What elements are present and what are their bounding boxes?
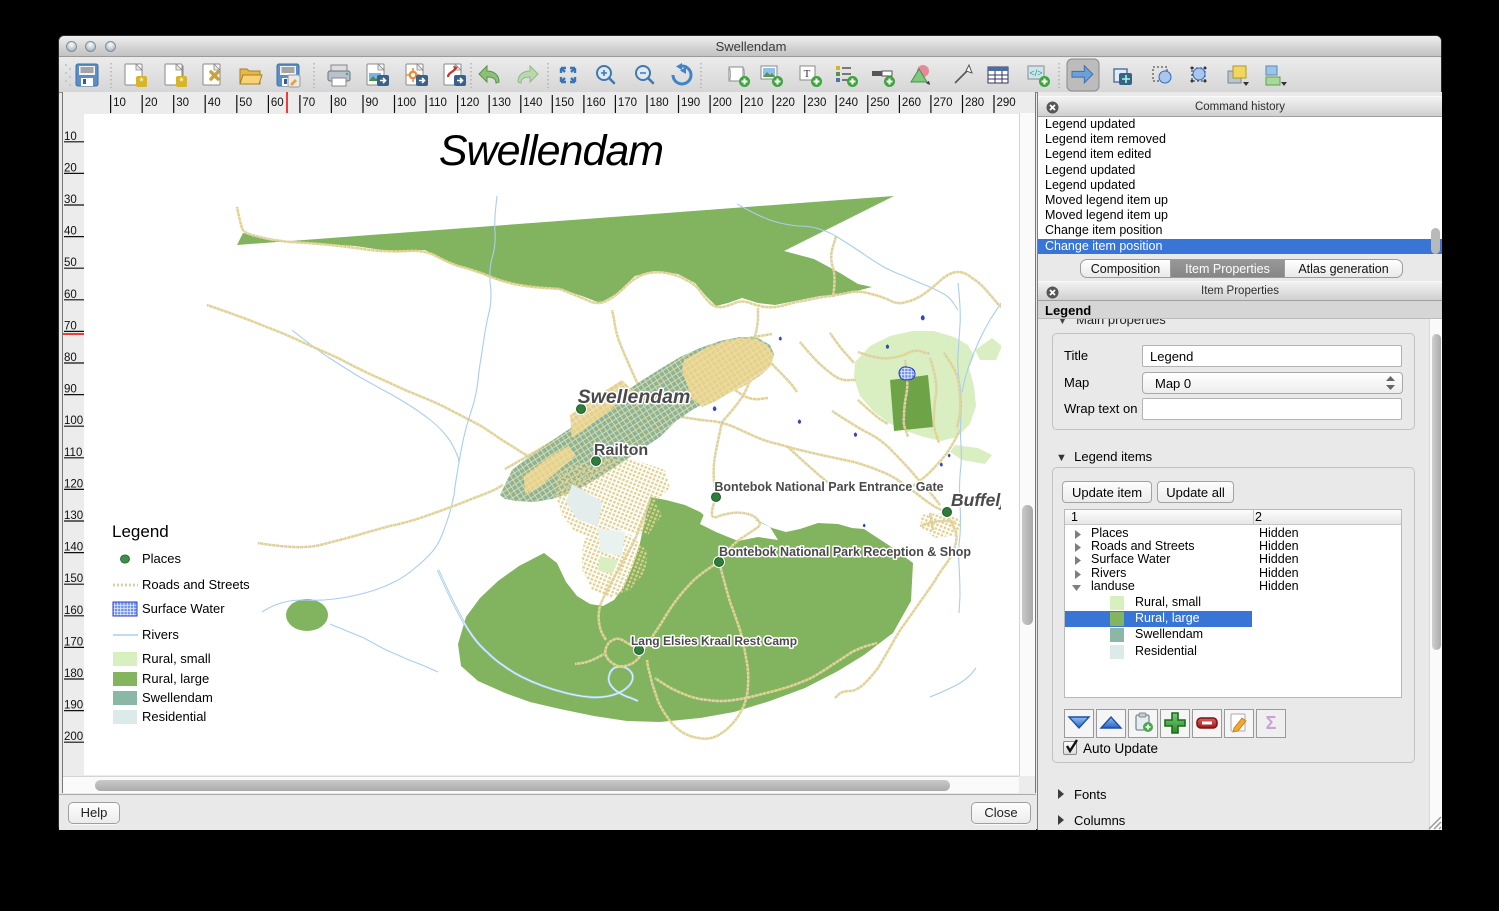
svg-text:Places: Places <box>142 551 182 566</box>
svg-text:180: 180 <box>650 97 669 109</box>
svg-text:Swellendam: Swellendam <box>578 386 691 408</box>
svg-text:Legend: Legend <box>112 522 169 541</box>
svg-text:Bontebok National Park Recepti: Bontebok National Park Reception & Shop <box>719 545 971 559</box>
svg-text:180: 180 <box>64 668 83 680</box>
svg-text:170: 170 <box>64 636 83 648</box>
svg-text:Surface Water: Surface Water <box>142 601 225 616</box>
svg-text:Residential: Residential <box>142 709 206 724</box>
svg-text:130: 130 <box>64 510 83 522</box>
svg-text:Lang Elsies Kraal Rest Camp: Lang Elsies Kraal Rest Camp <box>631 634 797 648</box>
svg-text:40: 40 <box>64 226 77 238</box>
svg-text:160: 160 <box>64 605 83 617</box>
svg-text:120: 120 <box>64 478 83 490</box>
svg-text:Swellendam: Swellendam <box>439 127 663 175</box>
svg-text:270: 270 <box>933 97 952 109</box>
svg-text:Bontebok National Park Entranc: Bontebok National Park Entrance Gate <box>714 480 943 494</box>
svg-text:160: 160 <box>586 97 605 109</box>
svg-text:Rivers: Rivers <box>142 627 179 642</box>
svg-text:90: 90 <box>366 97 379 109</box>
svg-text:290: 290 <box>997 97 1016 109</box>
svg-text:200: 200 <box>713 97 732 109</box>
svg-text:80: 80 <box>334 97 347 109</box>
svg-text:30: 30 <box>176 97 189 109</box>
svg-text:30: 30 <box>64 194 77 206</box>
svg-text:20: 20 <box>145 97 158 109</box>
svg-text:140: 140 <box>64 542 83 554</box>
svg-text:150: 150 <box>64 573 83 585</box>
svg-text:190: 190 <box>681 97 700 109</box>
svg-text:Rural, small: Rural, small <box>142 651 211 666</box>
svg-text:Swellendam: Swellendam <box>142 690 213 705</box>
svg-text:150: 150 <box>555 97 574 109</box>
svg-text:60: 60 <box>271 97 284 109</box>
svg-text:230: 230 <box>807 97 826 109</box>
svg-text:170: 170 <box>618 97 637 109</box>
svg-text:*: * <box>139 76 144 88</box>
svg-text:Buffeljachts: Buffeljachts <box>951 490 1019 510</box>
svg-text:T: T <box>804 68 811 80</box>
svg-text:140: 140 <box>523 97 542 109</box>
svg-text:130: 130 <box>492 97 511 109</box>
svg-text:200: 200 <box>64 731 83 743</box>
svg-text:10: 10 <box>64 131 77 143</box>
svg-text:100: 100 <box>64 415 83 427</box>
svg-text:Railton: Railton <box>594 442 648 459</box>
svg-text:120: 120 <box>460 97 479 109</box>
svg-text:260: 260 <box>902 97 921 109</box>
svg-text:110: 110 <box>64 447 82 459</box>
svg-text:Rural, large: Rural, large <box>142 671 209 686</box>
svg-text:Σ: Σ <box>1266 713 1277 733</box>
svg-text:280: 280 <box>965 97 984 109</box>
svg-text:220: 220 <box>776 97 795 109</box>
svg-text:10: 10 <box>113 97 126 109</box>
svg-text:100: 100 <box>397 97 416 109</box>
svg-text:80: 80 <box>64 352 77 364</box>
svg-text:*: * <box>179 76 184 88</box>
svg-text:</>: </> <box>1029 68 1042 78</box>
svg-text:70: 70 <box>302 97 315 109</box>
svg-text:210: 210 <box>744 97 763 109</box>
svg-text:50: 50 <box>239 97 252 109</box>
svg-text:40: 40 <box>208 97 221 109</box>
svg-text:240: 240 <box>839 97 858 109</box>
svg-text:20: 20 <box>64 162 77 174</box>
svg-text:110: 110 <box>429 97 447 109</box>
svg-text:190: 190 <box>64 700 83 712</box>
svg-text:90: 90 <box>64 384 77 396</box>
svg-text:60: 60 <box>64 289 77 301</box>
svg-text:Roads and Streets: Roads and Streets <box>142 577 250 592</box>
svg-text:50: 50 <box>64 257 77 269</box>
svg-text:70: 70 <box>64 320 77 332</box>
svg-text:250: 250 <box>870 97 889 109</box>
